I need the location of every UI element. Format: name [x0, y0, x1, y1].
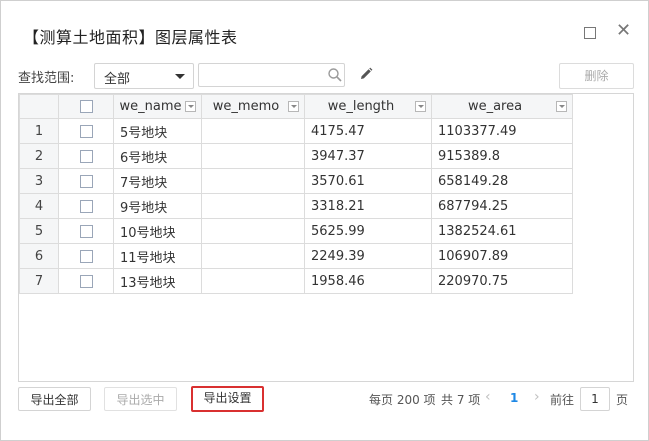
table-row[interactable]: 6 11号地块 2249.39 106907.89	[19, 243, 573, 269]
maximize-icon[interactable]	[584, 27, 596, 39]
column-header-we-length[interactable]: we_length	[304, 94, 432, 119]
delete-button[interactable]: 删除	[559, 63, 634, 89]
row-checkbox[interactable]	[79, 199, 93, 213]
row-checkbox-cell	[58, 118, 114, 144]
table-row[interactable]: 4 9号地块 3318.21 687794.25	[19, 193, 573, 219]
cell-we-name[interactable]: 5号地块	[113, 118, 202, 144]
pager-total: 共 7 项	[441, 393, 481, 407]
pager-page-suffix: 页	[616, 393, 629, 407]
cell-we-name[interactable]: 6号地块	[113, 143, 202, 169]
cell-we-name[interactable]: 7号地块	[113, 168, 202, 194]
select-all-checkbox[interactable]	[79, 100, 93, 113]
cell-we-name[interactable]: 10号地块	[113, 218, 202, 244]
row-checkbox-cell	[58, 243, 114, 269]
row-number[interactable]: 3	[19, 168, 59, 194]
pager-current-page[interactable]: 1	[510, 391, 518, 405]
search-input[interactable]	[198, 63, 345, 87]
cell-we-name[interactable]: 11号地块	[113, 243, 202, 269]
table-body: 1 5号地块 4175.47 1103377.49 2 6号地块 3947.37 915389…	[19, 118, 573, 294]
cell-we-area[interactable]: 658149.28	[431, 168, 573, 194]
cell-we-name[interactable]: 9号地块	[113, 193, 202, 219]
cell-we-memo[interactable]	[201, 243, 305, 269]
row-checkbox-cell	[58, 218, 114, 244]
row-number-header	[19, 94, 59, 119]
cell-we-length[interactable]: 3947.37	[304, 143, 432, 169]
row-number[interactable]: 4	[19, 193, 59, 219]
cell-we-area[interactable]: 1103377.49	[431, 118, 573, 144]
cell-we-area[interactable]: 220970.75	[431, 268, 573, 294]
cell-we-area[interactable]: 106907.89	[431, 243, 573, 269]
cell-we-memo[interactable]	[201, 268, 305, 294]
cell-we-memo[interactable]	[201, 143, 305, 169]
select-all-header	[58, 94, 114, 119]
column-header-we-area[interactable]: we_area	[431, 94, 573, 119]
row-number[interactable]: 5	[19, 218, 59, 244]
row-checkbox[interactable]	[79, 149, 93, 163]
row-checkbox[interactable]	[79, 274, 93, 288]
cell-we-area[interactable]: 1382524.61	[431, 218, 573, 244]
cell-we-memo[interactable]	[201, 218, 305, 244]
caret-down-icon	[175, 74, 185, 79]
pager-goto-label: 前往	[550, 393, 575, 407]
table-header-row: we_name we_memo we_length we_area	[19, 94, 573, 119]
cell-we-memo[interactable]	[201, 118, 305, 144]
pager-goto-input[interactable]	[580, 387, 610, 411]
column-filter-icon[interactable]	[288, 101, 299, 112]
edit-pencil-icon[interactable]	[358, 66, 374, 82]
cell-we-memo[interactable]	[201, 193, 305, 219]
cell-we-name[interactable]: 13号地块	[113, 268, 202, 294]
cell-we-memo[interactable]	[201, 168, 305, 194]
cell-we-length[interactable]: 3318.21	[304, 193, 432, 219]
row-checkbox-cell	[58, 193, 114, 219]
table-row[interactable]: 3 7号地块 3570.61 658149.28	[19, 168, 573, 194]
search-scope-value: 全部	[104, 72, 131, 87]
cell-we-length[interactable]: 5625.99	[304, 218, 432, 244]
pager-page-size[interactable]: 每页 200 项	[369, 391, 436, 408]
search-icon[interactable]	[327, 67, 343, 83]
table-row[interactable]: 7 13号地块 1958.46 220970.75	[19, 268, 573, 294]
row-number[interactable]: 7	[19, 268, 59, 294]
row-checkbox-cell	[58, 168, 114, 194]
column-filter-icon[interactable]	[556, 101, 567, 112]
table-row[interactable]: 2 6号地块 3947.37 915389.8	[19, 143, 573, 169]
row-number[interactable]: 1	[19, 118, 59, 144]
pager-next-icon[interactable]: ›	[534, 389, 540, 405]
row-checkbox-cell	[58, 268, 114, 294]
row-checkbox-cell	[58, 143, 114, 169]
cell-we-length[interactable]: 1958.46	[304, 268, 432, 294]
dialog-title: 【测算土地面积】图层属性表	[23, 28, 238, 47]
export-all-button[interactable]: 导出全部	[18, 387, 91, 411]
row-checkbox[interactable]	[79, 124, 93, 138]
search-scope-label: 查找范围:	[18, 71, 75, 86]
cell-we-length[interactable]: 4175.47	[304, 118, 432, 144]
row-checkbox[interactable]	[79, 174, 93, 188]
row-number[interactable]: 2	[19, 143, 59, 169]
row-checkbox[interactable]	[79, 224, 93, 238]
table-row[interactable]: 1 5号地块 4175.47 1103377.49	[19, 118, 573, 144]
row-number[interactable]: 6	[19, 243, 59, 269]
attribute-grid: we_name we_memo we_length we_area 1 5号地块 4…	[18, 93, 634, 382]
column-header-we-memo[interactable]: we_memo	[201, 94, 305, 119]
close-icon[interactable]: ✕	[616, 22, 631, 40]
export-settings-button[interactable]: 导出设置	[191, 386, 264, 412]
column-filter-icon[interactable]	[185, 101, 196, 112]
column-filter-icon[interactable]	[415, 101, 426, 112]
cell-we-length[interactable]: 3570.61	[304, 168, 432, 194]
row-checkbox[interactable]	[79, 249, 93, 263]
pager-prev-icon[interactable]: ‹	[485, 389, 491, 405]
cell-we-length[interactable]: 2249.39	[304, 243, 432, 269]
column-header-we-name[interactable]: we_name	[113, 94, 202, 119]
cell-we-area[interactable]: 687794.25	[431, 193, 573, 219]
attribute-table: we_name we_memo we_length we_area 1 5号地块 4…	[19, 94, 573, 294]
attribute-table-dialog: 【测算土地面积】图层属性表 ✕ 查找范围: 全部 删除 we_name we_m…	[0, 0, 649, 441]
table-row[interactable]: 5 10号地块 5625.99 1382524.61	[19, 218, 573, 244]
cell-we-area[interactable]: 915389.8	[431, 143, 573, 169]
search-scope-select[interactable]: 全部	[94, 63, 194, 89]
export-selected-button[interactable]: 导出选中	[104, 387, 177, 411]
